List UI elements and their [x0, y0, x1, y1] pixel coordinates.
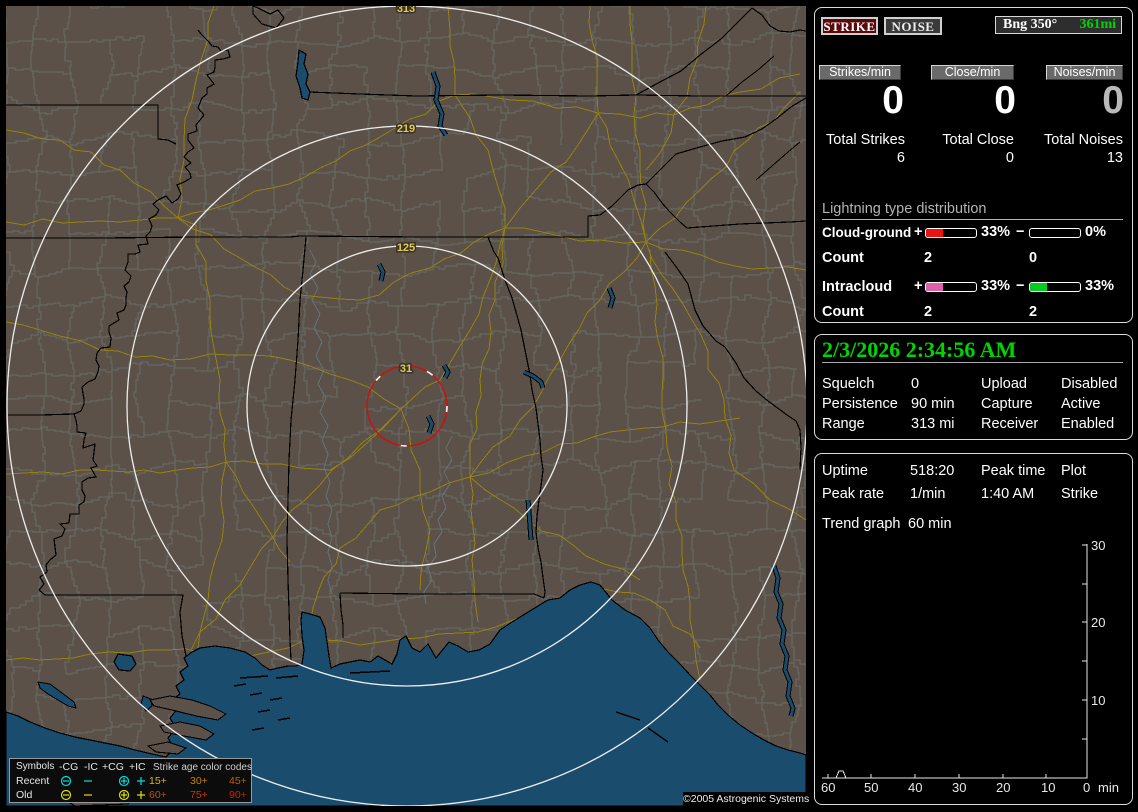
svg-text:10: 10	[1041, 780, 1055, 795]
svg-text:0: 0	[1083, 780, 1090, 795]
svg-text:40: 40	[908, 780, 922, 795]
svg-text:125: 125	[397, 242, 415, 254]
svg-text:50: 50	[864, 780, 878, 795]
svg-text:219: 219	[397, 123, 415, 135]
svg-text:min: min	[1098, 780, 1119, 795]
svg-text:31: 31	[400, 363, 412, 375]
svg-text:30: 30	[952, 780, 966, 795]
svg-text:20: 20	[996, 780, 1010, 795]
svg-text:60: 60	[821, 780, 835, 795]
svg-text:20: 20	[1091, 615, 1105, 630]
svg-text:30: 30	[1091, 538, 1105, 553]
svg-text:313: 313	[397, 6, 415, 15]
svg-text:10: 10	[1091, 693, 1105, 708]
